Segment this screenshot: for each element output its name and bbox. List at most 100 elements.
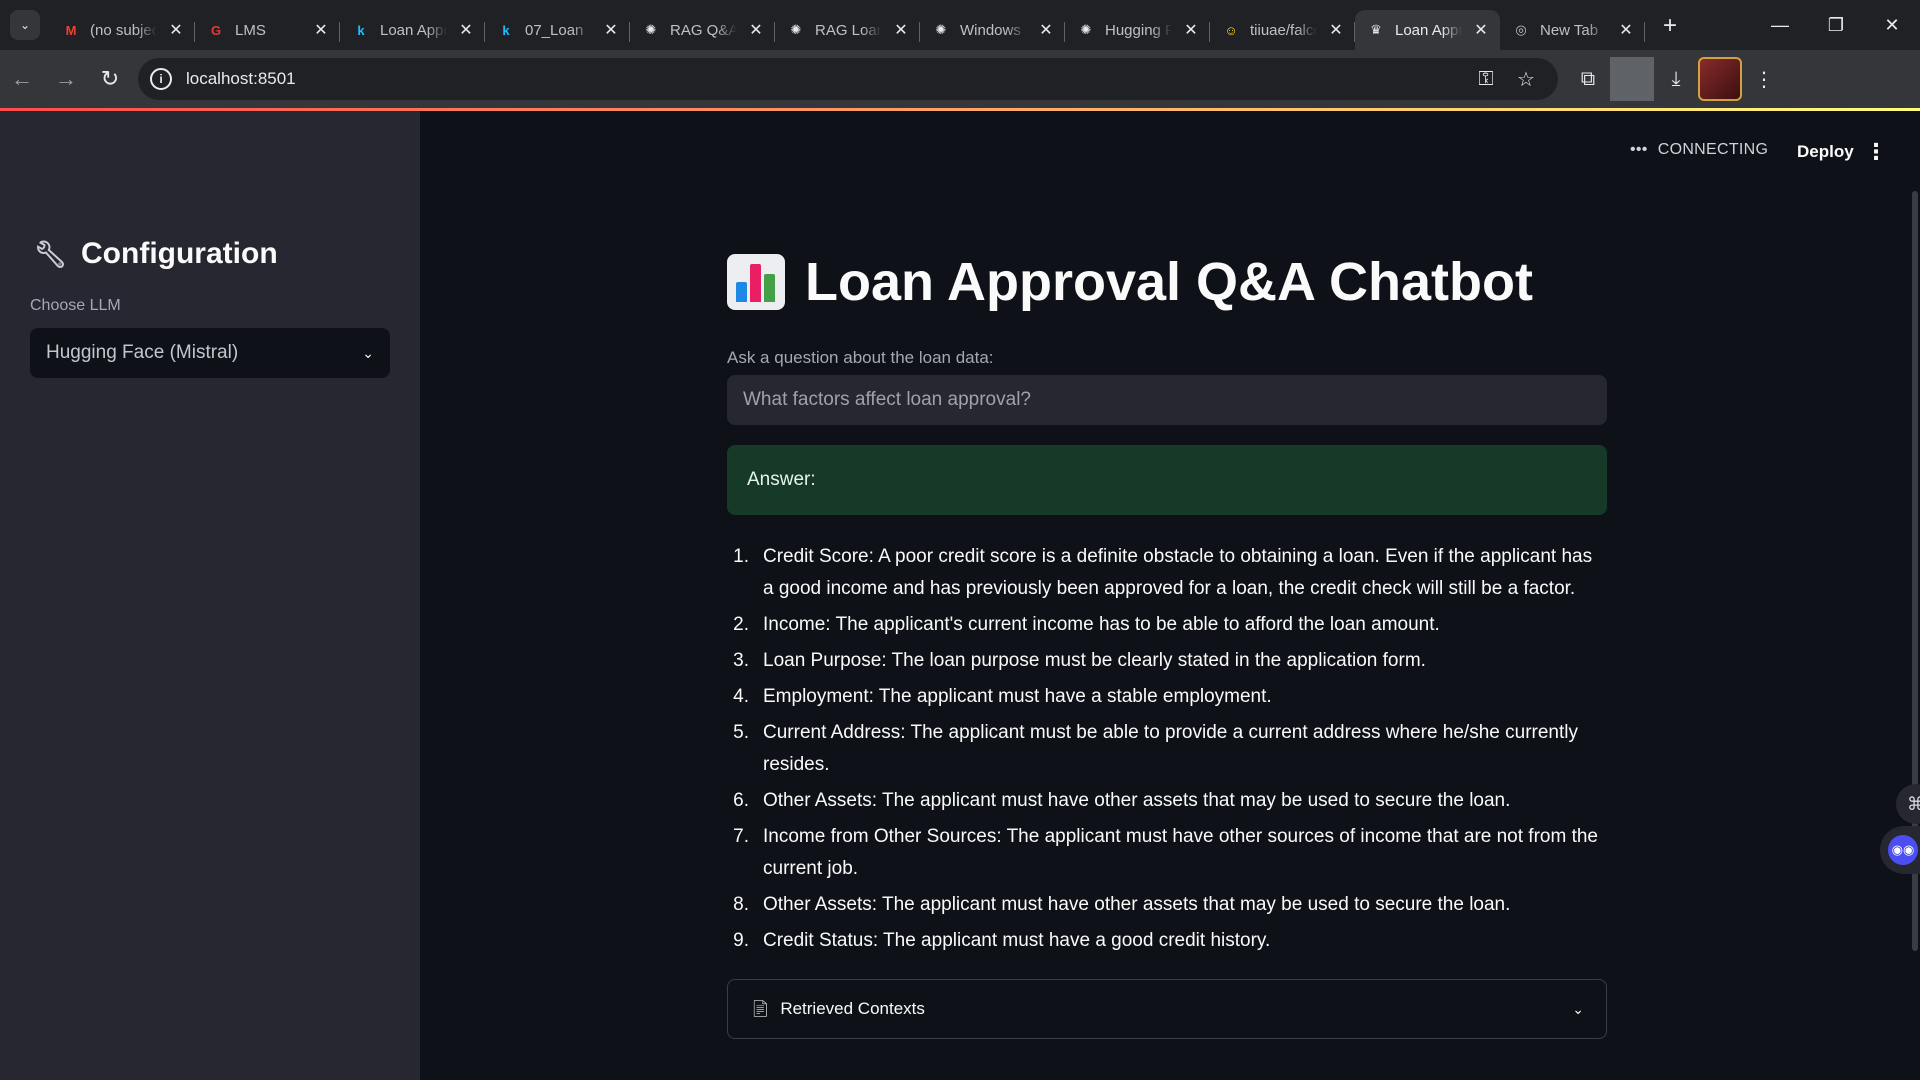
star-icon[interactable]: ☆ [1506, 67, 1546, 92]
toolbar-actions: ⧉ ⤓ ⋮ [1566, 57, 1786, 101]
connection-status: ••• CONNECTING [1630, 141, 1768, 159]
llm-select-label: Choose LLM [30, 297, 121, 314]
minimize-button[interactable]: — [1752, 0, 1808, 50]
question-input[interactable] [727, 375, 1607, 425]
tab-title: Hugging Face [1105, 21, 1172, 39]
close-tab-icon[interactable]: ✕ [892, 20, 910, 40]
answer-list: 1. Credit Score: A poor credit score is a… [727, 541, 1607, 961]
kaggle-icon: k [502, 22, 510, 38]
close-tab-icon[interactable]: ✕ [1472, 20, 1490, 40]
close-tab-icon[interactable]: ✕ [1617, 20, 1635, 40]
profile-avatar[interactable] [1698, 57, 1742, 101]
answer-banner: Answer: [727, 445, 1607, 515]
browser-tab[interactable]: ✺ Windows ✕ [920, 10, 1065, 50]
close-tab-icon[interactable]: ✕ [1182, 20, 1200, 40]
streamlit-icon: ♛ [1370, 22, 1382, 37]
close-tab-icon[interactable]: ✕ [167, 20, 185, 40]
answer-list-item: 2. Income: The applicant's current income… [727, 609, 1607, 641]
close-tab-icon[interactable]: ✕ [457, 20, 475, 40]
close-tab-icon[interactable]: ✕ [312, 20, 330, 40]
reload-button[interactable]: ↻ [88, 57, 132, 101]
list-item-text: Income: The applicant's current income h… [763, 614, 1440, 635]
huggingface-icon: ☺ [1224, 22, 1238, 38]
tab-title: Windows [960, 21, 1021, 39]
restore-button[interactable]: ❐ [1808, 0, 1864, 50]
tab-title: Loan Approval [1395, 21, 1462, 39]
main-area: ••• CONNECTING Deploy ⋮ Loan Approval Q&… [420, 111, 1920, 1080]
expander-label: Retrieved Contexts [780, 999, 925, 1018]
main-menu-icon[interactable]: ⋮ [1863, 135, 1889, 169]
bar-chart-icon [727, 254, 785, 310]
kaggle-icon: k [357, 22, 365, 38]
list-item-text: Other Assets: The applicant must have ot… [763, 894, 1511, 915]
answer-list-item: 5. Current Address: The applicant must be… [727, 717, 1607, 781]
close-tab-icon[interactable]: ✕ [1037, 20, 1055, 40]
wrench-icon: 🔧︎ [34, 238, 68, 269]
deploy-button[interactable]: Deploy [1783, 133, 1868, 171]
list-item-text: Credit Score: A poor credit score is a d… [763, 546, 1593, 599]
address-bar[interactable]: i localhost:8501 ⚿ ☆ [138, 58, 1558, 100]
browser-tab-bar: ⌄ M (no subject) ✕ G LMS ✕ k Loan Approval ✕ k 07_… [0, 0, 1920, 50]
key-icon[interactable]: ⚿ [1466, 68, 1506, 91]
browser-tab[interactable]: M (no subject) ✕ [50, 10, 195, 50]
page-title: Loan Approval Q&A Chatbot [727, 251, 1533, 313]
browser-toolbar: ← → ↻ i localhost:8501 ⚿ ☆ ⧉ ⤓ ⋮ [0, 50, 1920, 108]
list-item-number: 5. [733, 722, 749, 743]
browser-tab[interactable]: ◎ New Tab ✕ [1500, 10, 1645, 50]
tab-title: 07_Loan [525, 21, 584, 39]
tab-search-button[interactable]: ⌄ [10, 10, 40, 40]
llm-select[interactable]: Hugging Face (Mistral) ⌄ [30, 328, 390, 378]
retrieved-contexts-expander[interactable]: 📄︎ Retrieved Contexts ⌄ [727, 979, 1607, 1039]
gmail-icon: M [65, 22, 77, 38]
browser-tab[interactable]: ✺ RAG Loan ✕ [775, 10, 920, 50]
tab-title: RAG Q&A [670, 21, 737, 39]
browser-tab[interactable]: ✺ RAG Q&A ✕ [630, 10, 775, 50]
arrow-left-icon: ← [11, 66, 33, 91]
command-icon: ⌘ [1907, 793, 1920, 814]
list-item-number: 7. [733, 826, 749, 847]
url-text[interactable]: localhost:8501 [186, 69, 1466, 89]
back-button[interactable]: ← [0, 57, 44, 101]
list-item-text: Loan Purpose: The loan purpose must be c… [763, 650, 1426, 671]
llm-select-value: Hugging Face (Mistral) [46, 342, 239, 363]
browser-tab[interactable]: G LMS ✕ [195, 10, 340, 50]
close-tab-icon[interactable]: ✕ [747, 20, 765, 40]
answer-list-item: 8. Other Assets: The applicant must have … [727, 889, 1607, 921]
openai-icon: ✺ [935, 22, 947, 37]
answer-list-item: 7. Income from Other Sources: The applica… [727, 821, 1607, 885]
list-item-text: Credit Status: The applicant must have a… [763, 930, 1271, 951]
answer-list-item: 4. Employment: The applicant must have a … [727, 681, 1607, 713]
browser-tab[interactable]: ✺ Hugging Face ✕ [1065, 10, 1210, 50]
download-icon[interactable]: ⤓ [1654, 57, 1698, 101]
sidebar-title: 🔧︎ Configuration [34, 237, 278, 271]
browser-tab[interactable]: ☺ tiiuae/falcon ✕ [1210, 10, 1355, 50]
new-tab-button[interactable]: + [1653, 9, 1687, 43]
list-item-number: 9. [733, 930, 749, 951]
answer-heading: Answer: [747, 469, 816, 490]
extensions-icon[interactable]: ⧉ [1566, 57, 1610, 101]
tab-title: LMS [235, 21, 266, 39]
list-item-number: 8. [733, 894, 749, 915]
close-window-button[interactable]: ✕ [1864, 0, 1920, 50]
status-text: CONNECTING [1657, 141, 1769, 158]
assistant-extension-button[interactable]: ◉◉ [1880, 826, 1920, 874]
browser-tab[interactable]: k 07_Loan ✕ [485, 10, 630, 50]
reload-icon: ↻ [100, 66, 120, 91]
page-title-text: Loan Approval Q&A Chatbot [805, 252, 1533, 312]
close-tab-icon[interactable]: ✕ [602, 20, 620, 40]
answer-list-item: 9. Credit Status: The applicant must have… [727, 925, 1607, 957]
forward-button[interactable]: → [44, 57, 88, 101]
chevron-down-icon: ⌄ [19, 18, 31, 32]
lms-icon: G [210, 22, 222, 38]
browser-tab[interactable]: ♛ Loan Approval ✕ [1355, 10, 1500, 50]
browser-tab[interactable]: k Loan Approval ✕ [340, 10, 485, 50]
command-extension-button[interactable]: ⌘ [1896, 784, 1920, 824]
browser-menu-icon[interactable]: ⋮ [1742, 57, 1786, 101]
question-label: Ask a question about the loan data: [727, 348, 994, 367]
site-info-icon[interactable]: i [150, 68, 172, 90]
sidebar-title-text: Configuration [81, 237, 278, 270]
close-tab-icon[interactable]: ✕ [1327, 20, 1345, 40]
assistant-icon: ◉◉ [1888, 835, 1918, 865]
answer-list-item: 3. Loan Purpose: The loan purpose must be… [727, 645, 1607, 677]
toolbar-divider [1610, 57, 1654, 101]
